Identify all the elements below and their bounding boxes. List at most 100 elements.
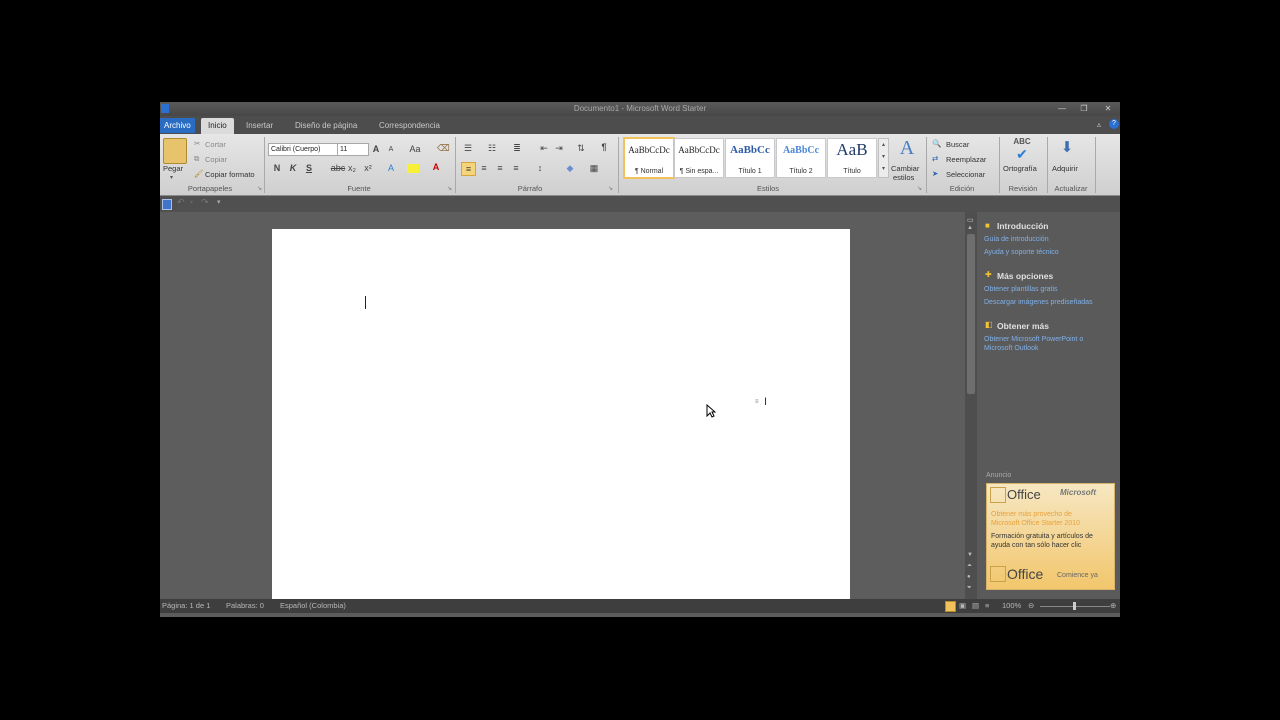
sort-icon[interactable]: ⇅ <box>575 142 587 154</box>
get-outlook-link[interactable]: Microsoft Outlook <box>984 345 1038 352</box>
style-no-spacing[interactable]: AaBbCcDc ¶ Sin espa... <box>674 138 724 178</box>
help-support-link[interactable]: Ayuda y soporte técnico <box>984 249 1059 256</box>
font-color-icon[interactable]: A <box>430 161 442 173</box>
show-marks-icon[interactable]: ¶ <box>598 141 610 153</box>
language-status[interactable]: Español (Colombia) <box>280 601 346 610</box>
collapse-ribbon-icon[interactable]: ▵ <box>1097 120 1101 129</box>
grow-font-icon[interactable]: A <box>370 143 382 155</box>
format-painter-button[interactable]: Copiar formato <box>205 170 255 179</box>
increase-indent-icon[interactable]: ⇥ <box>553 142 565 154</box>
scroll-down-icon[interactable]: ▼ <box>967 552 973 558</box>
save-icon[interactable] <box>162 199 172 210</box>
line-spacing-icon[interactable]: ↕ <box>533 162 547 174</box>
shrink-font-icon[interactable]: A <box>385 144 397 156</box>
minimize-icon[interactable]: — <box>1056 103 1068 114</box>
select-button[interactable]: Seleccionar <box>946 170 985 179</box>
decrease-indent-icon[interactable]: ⇤ <box>538 142 550 154</box>
style-normal[interactable]: AaBbCcDc ¶ Normal <box>623 137 675 179</box>
strikethrough-button[interactable]: abc <box>330 162 346 174</box>
ruler-toggle-icon[interactable]: ▭ <box>967 216 974 224</box>
vertical-scrollbar[interactable]: ▭ ▲ ▼ ⏶ ● ⏷ <box>965 212 977 599</box>
tab-insertar[interactable]: Insertar <box>238 119 281 133</box>
browse-object-icon[interactable]: ● <box>967 574 971 580</box>
bullets-icon[interactable]: ☰ <box>461 142 475 154</box>
page-count[interactable]: Página: 1 de 1 <box>162 601 210 610</box>
styles-gallery-scroll[interactable]: ▴ ▾ ▾ <box>878 138 889 178</box>
redo-icon[interactable]: ↷ <box>201 197 209 208</box>
subscript-button[interactable]: x₂ <box>346 162 358 174</box>
scroll-up-icon[interactable]: ▲ <box>967 225 973 231</box>
align-right-icon[interactable]: ≡ <box>494 162 506 174</box>
customize-qat-icon[interactable]: ▾ <box>217 198 221 206</box>
next-page-icon[interactable]: ⏷ <box>967 585 972 592</box>
find-button[interactable]: Buscar <box>946 140 969 149</box>
copy-button[interactable]: Copiar <box>205 155 227 164</box>
justify-icon[interactable]: ≡ <box>510 162 522 174</box>
change-styles-button[interactable]: Cambiar <box>891 164 919 173</box>
intro-guide-link[interactable]: Guía de introducción <box>984 236 1049 243</box>
style-title[interactable]: AaB Título <box>827 138 877 178</box>
undo-icon[interactable]: ↶ <box>177 197 185 208</box>
style-heading-2[interactable]: AaBbCc Título 2 <box>776 138 826 178</box>
get-powerpoint-link[interactable]: Obtener Microsoft PowerPoint o <box>984 336 1083 343</box>
cut-button[interactable]: Cortar <box>205 140 226 149</box>
multilevel-list-icon[interactable]: ≣ <box>510 142 524 154</box>
align-left-icon[interactable]: ≡ <box>461 162 476 176</box>
tab-inicio[interactable]: Inicio <box>201 118 234 134</box>
borders-icon[interactable]: ▦ <box>587 162 601 174</box>
font-size-combo[interactable]: 11 <box>337 143 369 156</box>
zoom-slider-thumb[interactable] <box>1073 602 1076 610</box>
font-name-combo[interactable]: Calibri (Cuerpo) <box>268 143 338 156</box>
font-launcher-icon[interactable]: ↘ <box>447 185 452 192</box>
underline-button[interactable]: S <box>303 162 315 174</box>
word-count[interactable]: Palabras: 0 <box>226 601 264 610</box>
clipboard-launcher-icon[interactable]: ↘ <box>257 185 262 192</box>
tab-diseno-pagina[interactable]: Diseño de página <box>287 119 365 133</box>
undo-dropdown-icon[interactable]: ▾ <box>190 199 193 206</box>
restore-icon[interactable]: ❐ <box>1078 103 1090 114</box>
print-layout-icon[interactable] <box>945 601 956 612</box>
free-templates-link[interactable]: Obtener plantillas gratis <box>984 286 1058 293</box>
style-sample: AaBbCcDc <box>628 145 670 155</box>
clipart-link[interactable]: Descargar imágenes prediseñadas <box>984 299 1093 306</box>
zoom-out-icon[interactable]: ⊖ <box>1028 601 1034 610</box>
superscript-button[interactable]: x² <box>362 162 374 174</box>
tab-archivo[interactable]: Archivo <box>160 118 195 133</box>
zoom-in-icon[interactable]: ⊕ <box>1110 601 1116 610</box>
italic-button[interactable]: K <box>287 162 299 174</box>
zoom-level[interactable]: 100% <box>1002 601 1021 610</box>
paste-icon[interactable] <box>163 138 187 164</box>
bold-button[interactable]: N <box>271 162 283 174</box>
shading-icon[interactable]: ◆ <box>563 162 577 174</box>
clipboard-group-label: Portapapeles <box>187 184 233 193</box>
office-ad-banner[interactable]: Office Microsoft Obtener más provecho de… <box>986 483 1115 590</box>
intro-icon: ■ <box>985 221 990 230</box>
ad-cta[interactable]: Comience ya <box>1057 572 1098 579</box>
scroll-thumb[interactable] <box>967 234 975 394</box>
change-styles-button-line2[interactable]: estilos <box>893 173 914 182</box>
draft-icon[interactable]: ≡ <box>985 601 989 610</box>
numbering-icon[interactable]: ☷ <box>485 142 499 154</box>
tab-correspondencia[interactable]: Correspondencia <box>371 119 448 133</box>
paste-dropdown-icon[interactable]: ▾ <box>170 174 173 181</box>
spelling-button[interactable]: Ortografía <box>1003 164 1037 173</box>
full-screen-icon[interactable]: ▣ <box>959 601 966 610</box>
align-center-icon[interactable]: ≡ <box>478 162 490 174</box>
close-icon[interactable]: ✕ <box>1102 103 1114 114</box>
change-case-icon[interactable]: Aa <box>406 143 424 155</box>
replace-button[interactable]: Reemplazar <box>946 155 986 164</box>
help-icon[interactable]: ? <box>1109 119 1119 129</box>
document-page[interactable] <box>272 229 850 601</box>
styles-launcher-icon[interactable]: ↘ <box>917 185 922 192</box>
web-layout-icon[interactable]: ▤ <box>972 601 979 610</box>
style-heading-1[interactable]: AaBbCc Título 1 <box>725 138 775 178</box>
text-effects-icon[interactable]: A <box>385 162 397 174</box>
paragraph-launcher-icon[interactable]: ↘ <box>608 185 613 192</box>
highlight-color-icon[interactable] <box>407 164 419 173</box>
ad-microsoft: Microsoft <box>1060 488 1096 497</box>
acquire-button[interactable]: Adquirir <box>1052 164 1078 173</box>
clear-format-icon[interactable]: ⌫ <box>437 142 450 154</box>
paste-button[interactable]: Pegar <box>163 164 183 173</box>
change-styles-icon[interactable]: A <box>895 137 919 160</box>
previous-page-icon[interactable]: ⏶ <box>967 563 972 570</box>
